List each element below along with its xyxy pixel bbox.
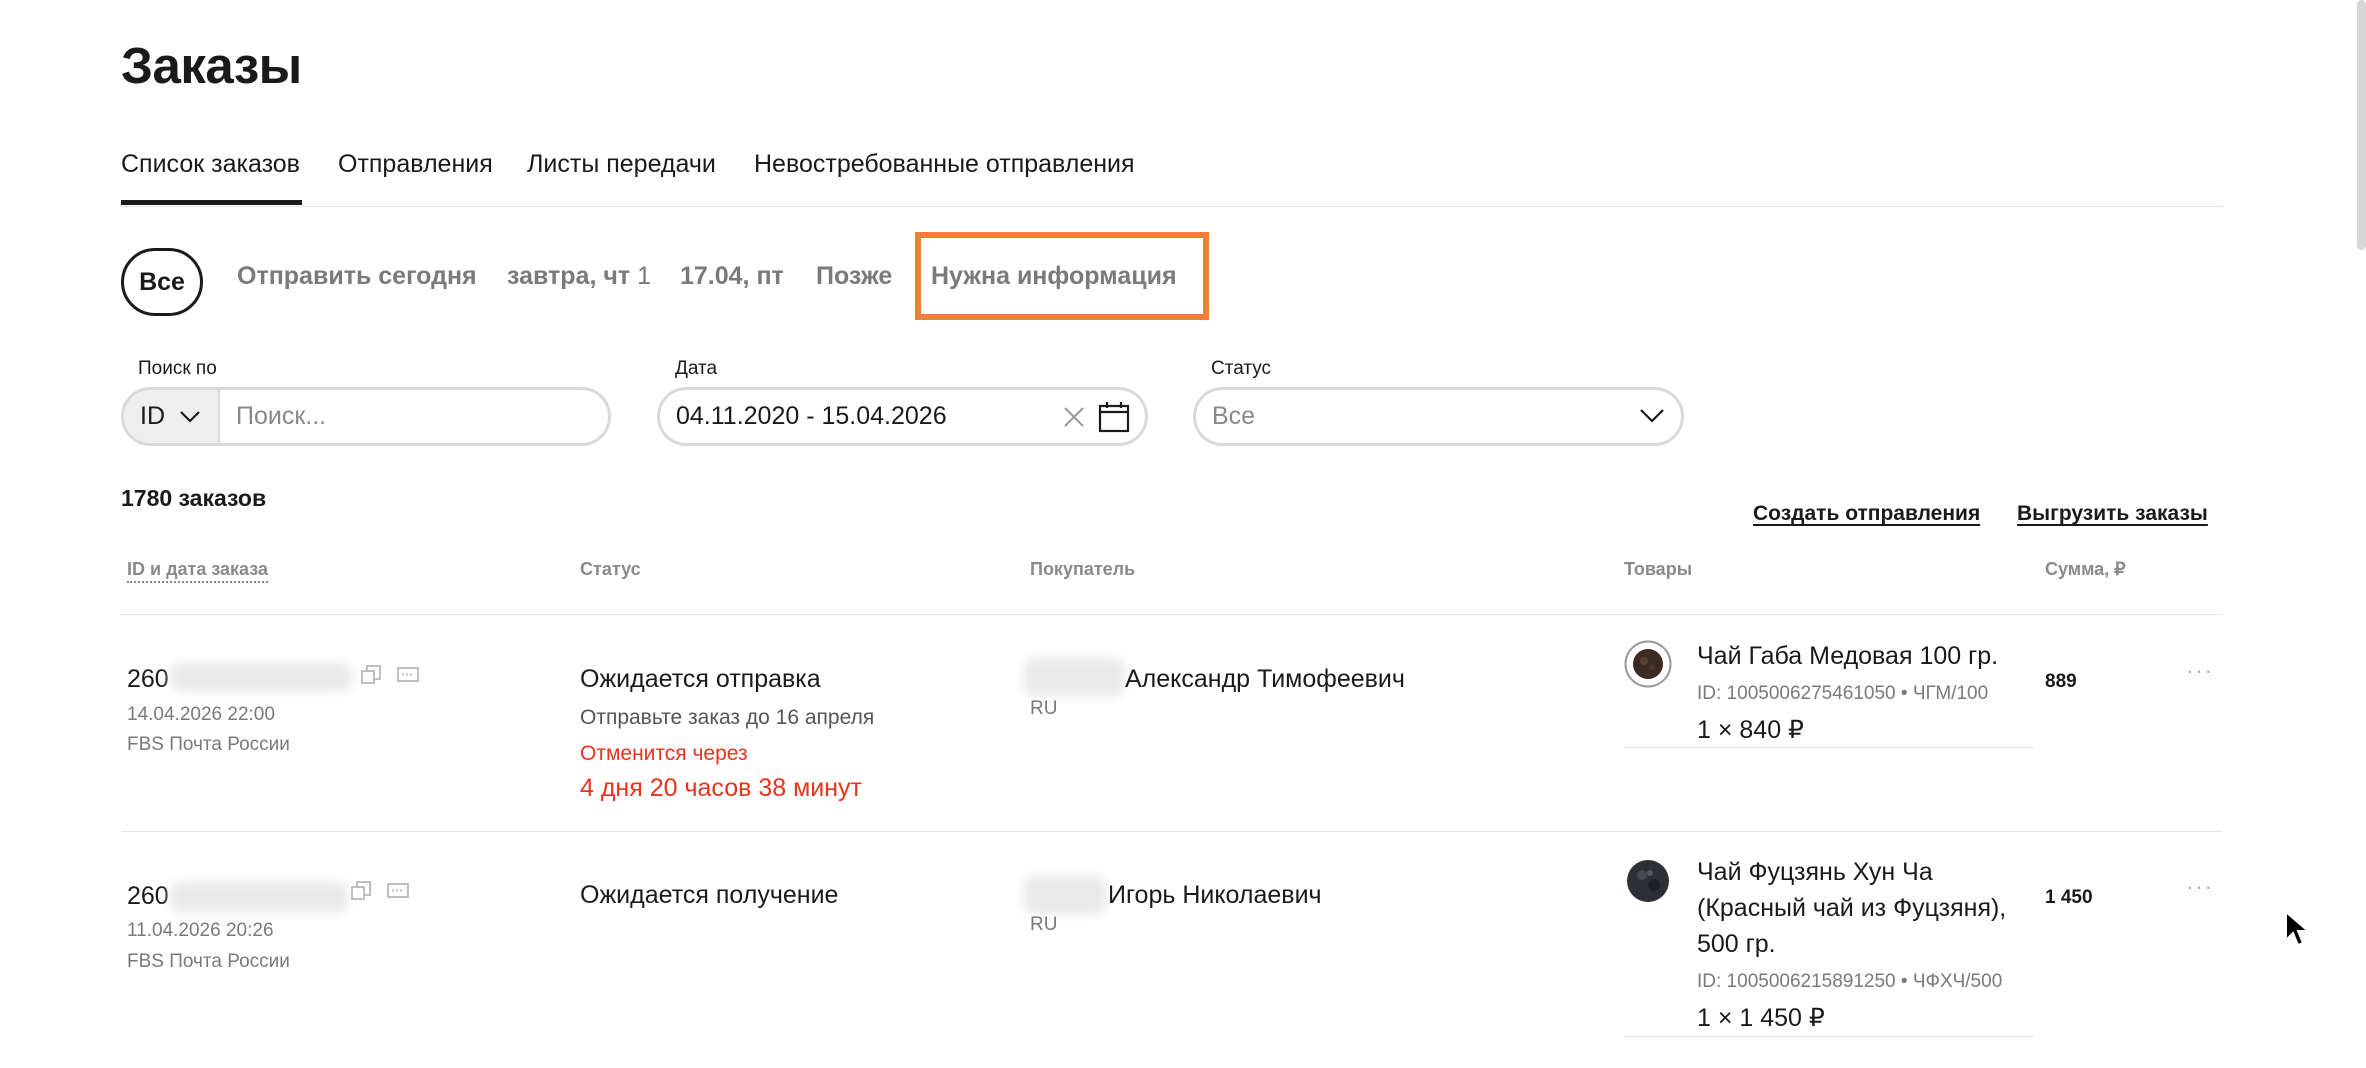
search-label: Поиск по <box>138 358 217 379</box>
chip-date[interactable]: 17.04, пт <box>680 262 784 291</box>
search-type-value: ID <box>140 402 165 430</box>
date-range-field[interactable]: 04.11.2020 - 15.04.2026 <box>657 387 1148 446</box>
column-header-id-date-label: ID и дата заказа <box>127 559 269 583</box>
cancel-label: Отменится через <box>580 742 748 765</box>
column-header-sum: Сумма, ₽ <box>2045 559 2126 579</box>
column-header-buyer: Покупатель <box>1030 559 1136 579</box>
product-name[interactable]: Чай Габа Медовая 100 гр. <box>1697 642 1998 671</box>
status-label: Статус <box>1211 358 1272 379</box>
date-range-value: 04.11.2020 - 15.04.2026 <box>676 402 947 430</box>
clear-icon[interactable] <box>1061 404 1087 430</box>
status-select[interactable]: Все <box>1193 387 1684 446</box>
buyer-name: Игорь Николаевич <box>1108 881 1322 909</box>
tab-shipments[interactable]: Отправления <box>338 150 493 179</box>
order-id-prefix: 260 <box>127 882 169 910</box>
copy-icon[interactable] <box>350 880 372 902</box>
order-sum: 1 450 <box>2045 887 2093 908</box>
chevron-down-icon <box>1640 409 1664 423</box>
order-id-redacted <box>170 882 348 912</box>
product-name-line-1[interactable]: Чай Фуцзянь Хун Ча <box>1697 858 1933 887</box>
chip-all[interactable]: Все <box>121 248 203 316</box>
highlight-box <box>915 232 1209 320</box>
product-divider <box>1624 747 2034 748</box>
chip-tomorrow-count: 1 <box>637 262 651 290</box>
tab-unclaimed-shipments[interactable]: Невостребованные отправления <box>754 150 1135 179</box>
product-name-line-2[interactable]: (Красный чай из Фуцзяня), <box>1697 894 2006 923</box>
cancel-countdown: 4 дня 20 часов 38 минут <box>580 774 862 802</box>
mouse-cursor-icon <box>2285 910 2310 947</box>
more-options-icon[interactable]: ··· <box>2186 658 2214 684</box>
copy-icon[interactable] <box>360 664 382 686</box>
product-divider <box>1624 1036 2034 1037</box>
order-sum: 889 <box>2045 671 2077 692</box>
tab-orders-list[interactable]: Список заказов <box>121 150 300 179</box>
export-orders-link[interactable]: Выгрузить заказы <box>2017 502 2208 526</box>
table-header-divider <box>121 614 2222 615</box>
buyer-country: RU <box>1030 698 1058 719</box>
product-thumbnail[interactable] <box>1624 640 1672 688</box>
product-id: ID: 1005006275461050 • ЧГМ/100 <box>1697 683 1989 704</box>
active-tab-indicator <box>121 200 302 205</box>
chip-all-label: Все <box>139 267 185 296</box>
product-id: ID: 1005006215891250 • ЧФХЧ/500 <box>1697 971 2003 992</box>
column-header-status: Статус <box>580 559 641 579</box>
chip-tomorrow-label: завтра, чт <box>507 262 631 290</box>
create-shipments-link[interactable]: Создать отправления <box>1753 502 1980 526</box>
product-quantity-price: 1 × 840 ₽ <box>1697 716 1804 744</box>
buyer-name-redacted <box>1024 658 1124 696</box>
product-name-line-3[interactable]: 500 гр. <box>1697 930 1776 959</box>
page-title: Заказы <box>121 37 302 94</box>
buyer-name: Александр Тимофеевич <box>1125 665 1405 693</box>
column-header-id-date[interactable]: ID и дата заказа <box>127 559 269 583</box>
buyer-name-redacted <box>1024 876 1106 914</box>
chip-later[interactable]: Позже <box>816 262 892 291</box>
scrollbar-thumb[interactable] <box>2357 0 2366 250</box>
buyer-country: RU <box>1030 914 1058 935</box>
comment-icon[interactable] <box>396 666 420 686</box>
order-date: 11.04.2026 20:26 <box>127 920 274 941</box>
status-select-value: Все <box>1212 402 1256 430</box>
comment-icon[interactable] <box>386 882 410 902</box>
search-input[interactable] <box>220 390 608 443</box>
row-divider <box>121 831 2222 832</box>
order-delivery: FBS Почта России <box>127 951 290 972</box>
calendar-icon[interactable] <box>1097 400 1131 434</box>
order-id-redacted <box>170 663 352 691</box>
order-status-note: Отправьте заказ до 16 апреля <box>580 706 875 729</box>
chip-send-today[interactable]: Отправить сегодня <box>237 262 477 291</box>
chevron-down-icon <box>180 410 200 423</box>
date-label: Дата <box>675 358 718 379</box>
search-type-select[interactable]: ID <box>124 390 220 443</box>
product-quantity-price: 1 × 1 450 ₽ <box>1697 1004 1825 1032</box>
product-thumbnail[interactable] <box>1624 857 1672 905</box>
order-date: 14.04.2026 22:00 <box>127 704 275 725</box>
order-status: Ожидается получение <box>580 881 839 909</box>
search-field: ID <box>121 387 611 446</box>
order-id-prefix: 260 <box>127 665 169 693</box>
tab-transfer-sheets[interactable]: Листы передачи <box>527 150 716 179</box>
more-options-icon[interactable]: ··· <box>2186 874 2214 900</box>
tabs-divider <box>121 206 2222 207</box>
column-header-goods: Товары <box>1624 559 1693 579</box>
order-delivery: FBS Почта России <box>127 734 290 755</box>
order-status: Ожидается отправка <box>580 665 821 693</box>
orders-count: 1780 заказов <box>121 485 267 511</box>
chip-tomorrow[interactable]: завтра, чт 1 <box>507 262 651 291</box>
